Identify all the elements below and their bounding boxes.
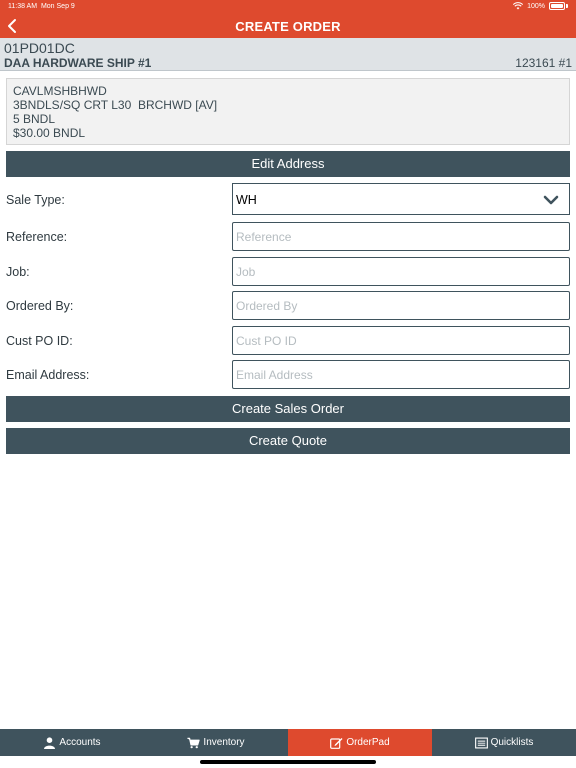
page-title: CREATE ORDER [235, 19, 341, 34]
cust-po-row: Cust PO ID: [0, 326, 576, 356]
cust-po-input[interactable] [232, 326, 570, 355]
sale-type-label: Sale Type: [6, 193, 65, 207]
create-sales-order-button[interactable]: Create Sales Order [6, 396, 570, 422]
sale-type-select[interactable]: WH [232, 183, 570, 215]
reference-input[interactable] [232, 222, 570, 251]
battery-percent: 100% [527, 2, 545, 10]
account-code: 01PD01DC [4, 40, 75, 56]
edit-icon [330, 737, 343, 749]
nav-bar: CREATE ORDER [0, 14, 576, 38]
job-input[interactable] [232, 257, 570, 286]
ordered-by-row: Ordered By: [0, 291, 576, 321]
reference-row: Reference: [0, 222, 576, 252]
job-label: Job: [6, 265, 30, 279]
person-icon [44, 736, 56, 749]
cart-icon [187, 737, 201, 748]
tab-inventory[interactable]: Inventory [144, 729, 288, 756]
reference-label: Reference: [6, 230, 68, 244]
email-label: Email Address: [6, 368, 90, 382]
status-date-text: Mon Sep 9 [40, 3, 75, 10]
status-right: 100% [513, 2, 568, 10]
wifi-icon [513, 2, 524, 10]
tab-accounts-label: Accounts [59, 737, 101, 748]
account-number: 123161 #1 [515, 56, 572, 70]
item-code: CAVLMSHBHWD [13, 84, 107, 98]
battery-icon [549, 2, 565, 10]
sale-type-value: WH [236, 193, 257, 207]
item-description: 3BNDLS/SQ CRT L30 BRCHWD [AV] [13, 98, 218, 112]
item-price: $30.00 BNDL [13, 126, 86, 140]
item-quantity: 5 BNDL [13, 112, 56, 126]
email-row: Email Address: [0, 360, 576, 390]
home-indicator[interactable] [200, 760, 376, 764]
status-bar: 11:38 AM Mon Sep 9 100% [0, 0, 576, 14]
email-input[interactable] [232, 360, 570, 389]
job-row: Job: [0, 257, 576, 287]
tab-quicklists[interactable]: Quicklists [432, 729, 576, 756]
sale-type-row: Sale Type: WH [0, 183, 576, 215]
tab-quicklists-label: Quicklists [490, 737, 534, 748]
tab-accounts[interactable]: Accounts [0, 729, 144, 756]
account-header: 01PD01DC DAA HARDWARE SHIP #1 123161 #1 [0, 38, 576, 71]
tab-orderpad[interactable]: OrderPad [288, 729, 432, 756]
edit-address-button[interactable]: Edit Address [6, 151, 570, 177]
create-quote-button[interactable]: Create Quote [6, 428, 570, 454]
battery-tip [566, 4, 568, 8]
item-summary: CAVLMSHBHWD 3BNDLS/SQ CRT L30 BRCHWD [AV… [6, 78, 570, 145]
list-icon [474, 737, 488, 748]
tab-bar: Accounts Inventory OrderPad Quicklists [0, 729, 576, 756]
tab-orderpad-label: OrderPad [346, 737, 390, 748]
status-time-text: 11:38 AM [8, 3, 38, 10]
account-name: DAA HARDWARE SHIP #1 [4, 56, 152, 70]
chevron-down-icon [543, 195, 559, 205]
cust-po-label: Cust PO ID: [6, 334, 73, 348]
ordered-by-input[interactable] [232, 291, 570, 320]
tab-inventory-label: Inventory [203, 737, 245, 748]
status-time: 11:38 AM Mon Sep 9 [8, 3, 75, 10]
ordered-by-label: Ordered By: [6, 299, 74, 313]
